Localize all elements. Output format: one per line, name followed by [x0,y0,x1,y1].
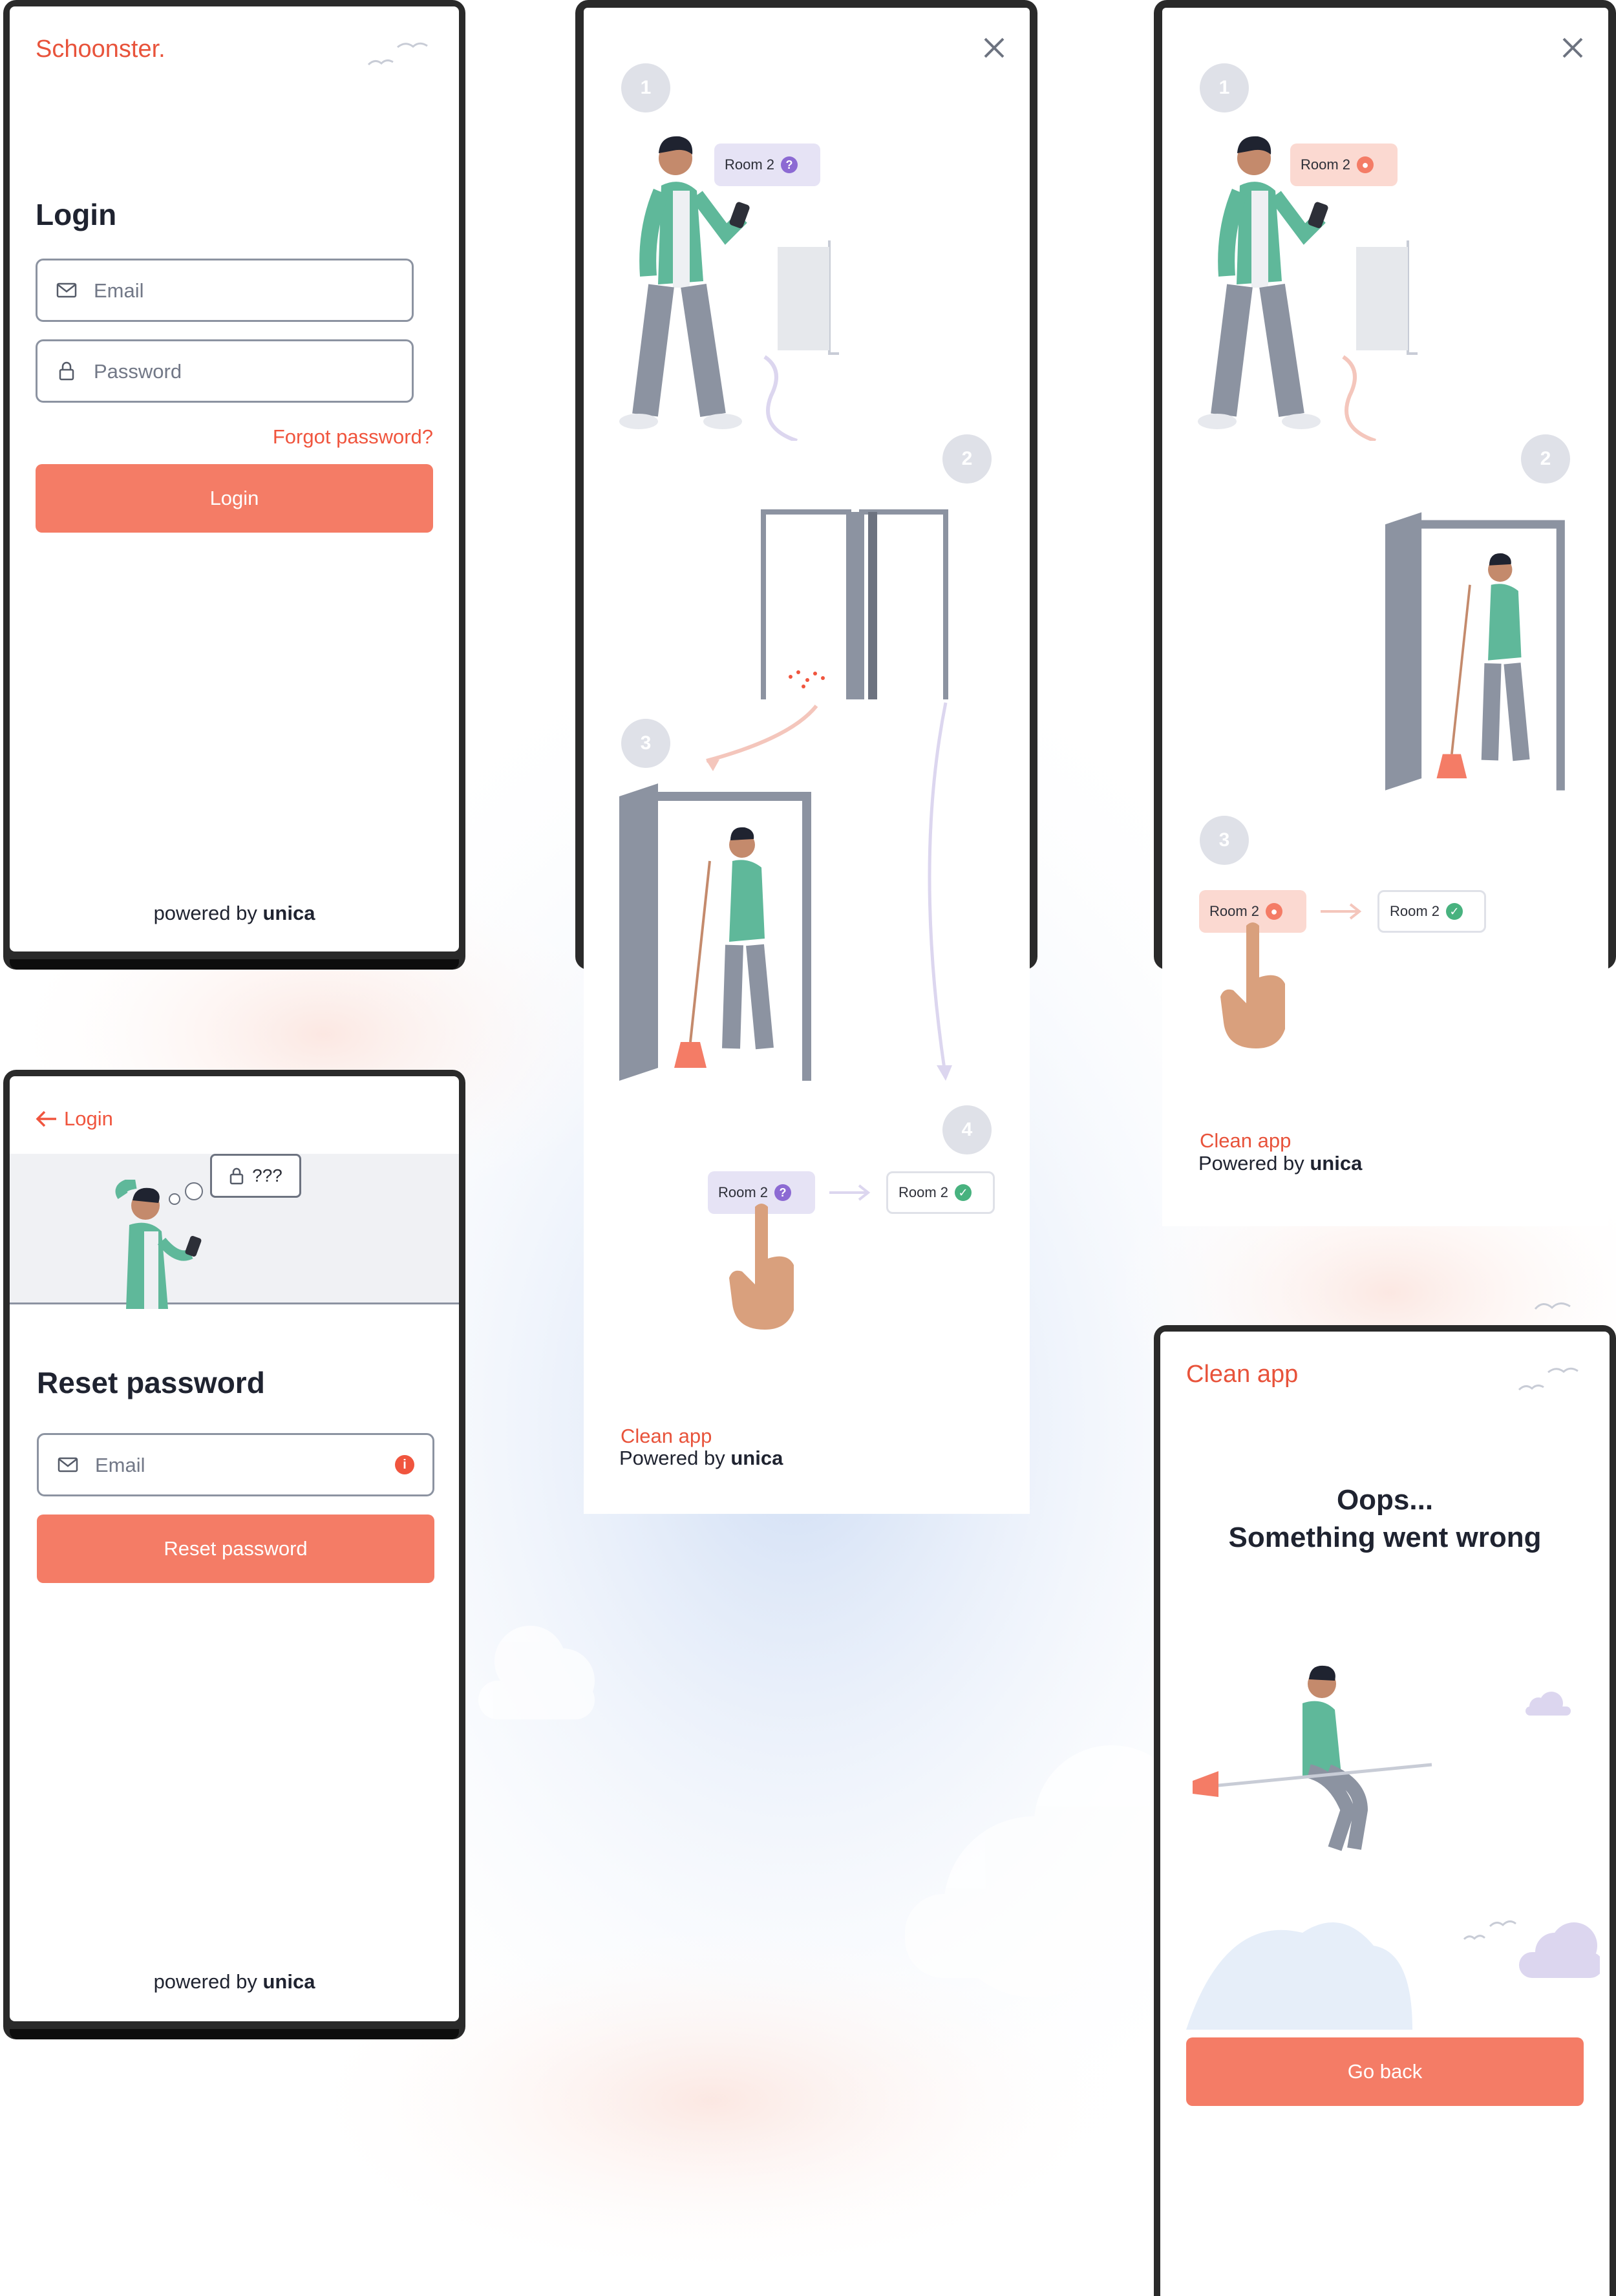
room-chip-done: Room 2 ✓ [886,1171,995,1214]
close-icon[interactable] [1560,35,1586,61]
step-number: 2 [1521,434,1570,484]
password-field[interactable] [36,339,414,403]
password-input[interactable] [92,341,376,402]
powered-by-prefix: Powered by [619,1447,725,1469]
room-chip-label: Room 2 [1301,156,1351,173]
phone-error: Clean app Oops... Something went wrong G… [1154,1325,1616,2296]
page-title: Reset password [37,1366,265,1399]
brand-logo: Clean app [1186,1361,1299,1388]
step-number: 3 [1200,816,1249,865]
reset-password-button[interactable]: Reset password [37,1515,434,1583]
thought-bubble-dots-icon [169,1182,203,1205]
powered-by-brand: unica [262,1970,315,1993]
error-screen: Clean app Oops... Something went wrong G… [1160,1332,1610,2296]
room-chip-label: Room 2 [1390,903,1440,919]
error-info-icon: i [395,1455,414,1474]
step-number: 1 [1200,63,1249,112]
step-number: 1 [621,63,670,112]
powered-by-prefix: powered by [153,902,257,924]
step-number: 4 [942,1105,992,1154]
person-cleaning-illustration [1385,512,1565,791]
dirty-icon: ● [1357,156,1374,173]
powered-by-brand: unica [730,1447,783,1469]
flow1-screen: 1 Room 2 ? 2 3 4 Room 2 ? Room 2 ✓ Clean… [584,8,1030,1514]
room-chip-label: Room 2 [718,1184,769,1200]
room-chip-label: Room 2 [725,156,775,173]
footer-powered-by: Powered by unica [619,1447,783,1470]
powered-by-brand: unica [1310,1152,1363,1175]
error-title: Oops... Something went wrong [1160,1482,1610,1557]
back-to-login-link[interactable]: Login [36,1107,113,1131]
email-input[interactable] [94,1435,392,1496]
login-screen: Schoonster. Login Forgot password? Login… [10,6,459,951]
check-icon: ✓ [955,1184,972,1201]
step-number: 3 [621,719,670,768]
error-title-line2: Something went wrong [1228,1522,1542,1553]
email-field[interactable]: i [37,1433,434,1496]
bubble-text: ??? [252,1165,282,1185]
room-chip-pending: Room 2 ? [714,144,820,186]
question-icon: ? [774,1184,792,1201]
hand-tap-icon [729,1204,794,1330]
room-chip-label: Room 2 [1209,903,1260,919]
go-back-button[interactable]: Go back [1186,2037,1584,2106]
flying-broom-illustration [1186,1665,1600,2030]
arrow-left-icon [36,1111,56,1127]
arrow-right-icon [829,1184,871,1201]
forgot-password-link[interactable]: Forgot password? [273,425,433,449]
email-field[interactable] [36,259,414,322]
dirty-icon: ● [1266,903,1283,920]
lock-icon [229,1167,244,1185]
question-icon: ? [781,156,798,173]
birds-icon [1534,1302,1571,1310]
page-title: Login [36,198,117,231]
hand-tap-icon [1220,922,1285,1048]
powered-by-brand: unica [262,902,315,924]
arrow-right-icon [1321,903,1362,920]
door-closed-illustration [763,240,839,441]
error-title-line1: Oops... [1336,1484,1434,1516]
phone-bottom-bar [10,959,459,970]
login-button[interactable]: Login [36,464,433,533]
check-icon: ✓ [1446,903,1463,920]
step-number: 2 [942,434,992,484]
room-chip-dirty: Room 2 ● [1290,144,1398,186]
powered-by: powered by unica [10,902,459,925]
flow2-screen: 1 Room 2 ● 2 3 Room 2 ● Room 2 ✓ Clean a… [1162,8,1608,1226]
mail-icon [58,1457,78,1472]
doors-open-illustration [761,509,948,699]
lock-icon [59,361,74,381]
reset-illustration-banner: ??? [10,1154,459,1309]
mail-icon [56,282,77,298]
birds-icon [1518,1367,1579,1391]
door-closed-illustration [1342,240,1418,441]
room-chip-done: Room 2 ✓ [1377,890,1486,933]
thought-bubble: ??? [210,1154,301,1198]
footer-powered-by: Powered by unica [1198,1152,1362,1175]
person-cleaning-illustration [619,783,811,1081]
back-label: Login [64,1107,113,1130]
birds-icon [367,42,428,66]
powered-by: powered by unica [10,1970,459,1993]
email-input[interactable] [92,260,376,321]
footer-app-name: Clean app [621,1425,712,1447]
brand-logo: Schoonster. [36,36,165,63]
phone-reset: Login ??? Reset password i Reset passwor… [3,1070,465,2039]
powered-by-prefix: powered by [153,1970,257,1993]
reset-screen: Login ??? Reset password i Reset passwor… [10,1076,459,2021]
powered-by-prefix: Powered by [1198,1152,1304,1175]
room-chip-label: Room 2 [898,1184,949,1200]
phone-login: Schoonster. Login Forgot password? Login… [3,0,465,970]
phone-bottom-bar [10,2029,459,2039]
close-icon[interactable] [981,35,1007,61]
footer-app-name: Clean app [1200,1129,1292,1152]
